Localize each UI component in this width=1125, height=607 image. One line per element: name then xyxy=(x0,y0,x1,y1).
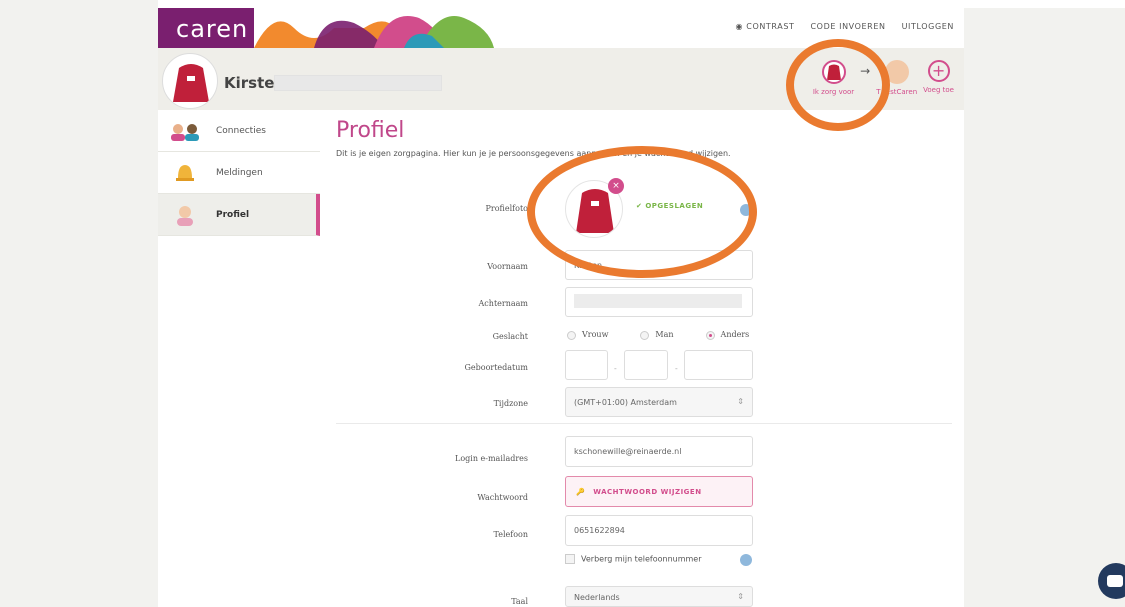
sidebar-item-connecties[interactable]: Connecties xyxy=(158,110,320,152)
birth-year-field[interactable] xyxy=(684,350,753,380)
bell-icon xyxy=(168,161,202,185)
section-divider xyxy=(336,423,952,424)
people-icon xyxy=(168,119,202,143)
chat-icon xyxy=(1107,575,1123,587)
phone-field[interactable]: 0651622894 xyxy=(565,515,753,546)
sidebar-item-meldingen[interactable]: Meldingen xyxy=(158,152,320,194)
sidebar-item-profiel[interactable]: Profiel xyxy=(158,194,320,236)
gender-option-vrouw[interactable]: Vrouw xyxy=(567,330,608,340)
language-label: Taal xyxy=(511,597,528,606)
gender-option-man[interactable]: Man xyxy=(640,330,674,340)
annotation-circle-profile-photo xyxy=(527,146,757,278)
top-frame xyxy=(0,0,1125,8)
lastname-label: Achternaam xyxy=(478,299,528,308)
avatar[interactable] xyxy=(162,53,218,109)
date-separator: - xyxy=(675,364,678,373)
contrast-link[interactable]: ◉ CONTRAST xyxy=(736,22,795,31)
contrast-label: CONTRAST xyxy=(746,22,795,31)
annotation-circle-client-switch xyxy=(786,39,890,131)
caren-logo[interactable]: caren xyxy=(158,8,254,48)
code-link[interactable]: CODE INVOEREN xyxy=(811,22,886,31)
select-arrows-icon: ⇕ xyxy=(737,397,744,406)
firstname-label: Voornaam xyxy=(487,262,528,271)
decorative-wave-banner xyxy=(254,16,494,48)
email-field[interactable]: kschonewille@reinaerde.nl xyxy=(565,436,753,467)
hide-phone-checkbox-row[interactable]: Verberg mijn telefoonnummer xyxy=(565,554,702,564)
sidebar-item-label: Profiel xyxy=(216,209,250,220)
add-client-label: Voeg toe xyxy=(923,86,954,94)
birth-day-field[interactable] xyxy=(565,350,608,380)
gender-option-label: Vrouw xyxy=(582,330,609,339)
birth-month-field[interactable] xyxy=(624,350,668,380)
change-password-button[interactable]: 🔑 WACHTWOORD WIJZIGEN xyxy=(565,476,753,507)
email-label: Login e-mailadres xyxy=(455,454,528,463)
birthdate-label: Geboortedatum xyxy=(464,363,529,372)
redacted-surname xyxy=(274,75,442,91)
gender-option-label: Man xyxy=(655,330,674,339)
radio-icon xyxy=(640,330,650,340)
gender-option-anders[interactable]: Anders xyxy=(705,330,750,340)
sidebar-item-label: Connecties xyxy=(216,125,266,136)
radio-icon xyxy=(567,330,576,340)
language-select[interactable]: Nederlands ⇕ xyxy=(565,586,753,607)
chat-button[interactable] xyxy=(1098,563,1125,599)
sidebar: Connecties Meldingen Profiel xyxy=(158,110,320,236)
lastname-field[interactable] xyxy=(565,287,753,317)
timezone-select[interactable]: (GMT+01:00) Amsterdam ⇕ xyxy=(565,387,753,417)
language-value: Nederlands xyxy=(574,593,620,602)
add-client-button[interactable]: + Voeg toe xyxy=(923,60,954,94)
select-arrows-icon: ⇕ xyxy=(737,592,744,601)
page-background xyxy=(0,0,158,607)
password-label: Wachtwoord xyxy=(477,493,528,502)
gender-label: Geslacht xyxy=(492,332,528,341)
phone-label: Telefoon xyxy=(493,530,529,539)
redacted-value xyxy=(574,294,742,308)
radio-selected-icon xyxy=(705,330,715,340)
plus-icon: + xyxy=(927,60,950,82)
page-title: Profiel xyxy=(336,118,405,143)
phone-info-icon[interactable] xyxy=(740,554,752,566)
hide-phone-label: Verberg mijn telefoonnummer xyxy=(581,554,702,564)
timezone-label: Tijdzone xyxy=(493,399,528,408)
logout-link[interactable]: UITLOGGEN xyxy=(902,22,954,31)
gender-radio-group: Vrouw Man Anders xyxy=(567,330,749,340)
date-separator: - xyxy=(614,364,617,373)
person-icon xyxy=(168,203,202,227)
photo-label: Profielfoto xyxy=(485,204,528,213)
checkbox xyxy=(565,554,575,564)
key-icon: 🔑 xyxy=(576,488,586,496)
change-password-label: WACHTWOORD WIJZIGEN xyxy=(593,488,702,496)
timezone-value: (GMT+01:00) Amsterdam xyxy=(574,398,677,407)
hoodie-icon xyxy=(173,64,209,102)
sidebar-item-label: Meldingen xyxy=(216,167,263,178)
gender-option-label: Anders xyxy=(720,330,750,339)
logo-text: caren xyxy=(176,15,249,43)
top-nav: ◉ CONTRAST CODE INVOEREN UITLOGGEN xyxy=(736,22,954,31)
